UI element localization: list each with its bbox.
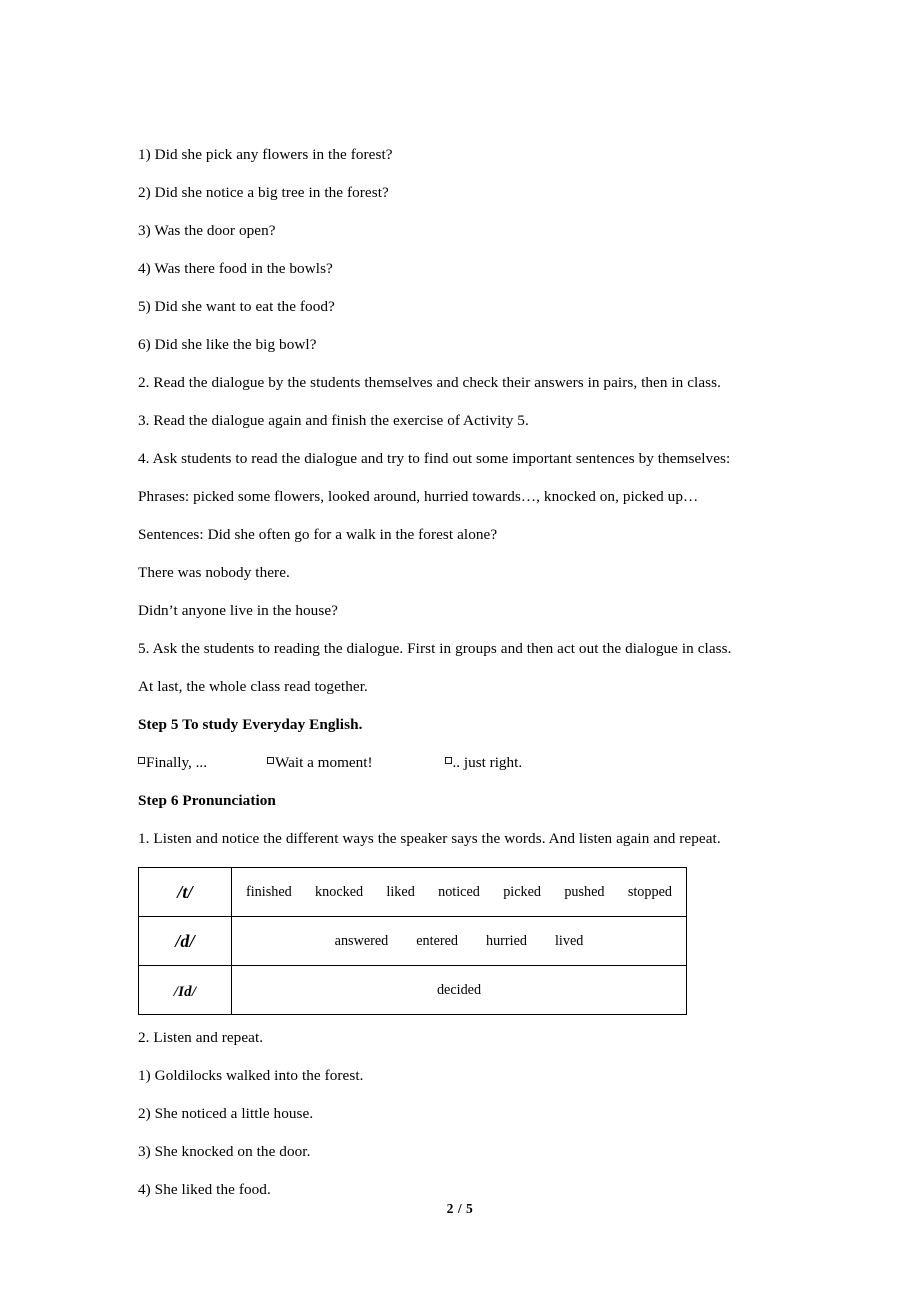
word: entered (416, 932, 458, 949)
word: stopped (627, 883, 672, 900)
missing-glyph-box-icon (444, 756, 452, 764)
sentence-example: Didn’t anyone live in the house? (138, 602, 338, 620)
word-cell: decided (231, 965, 687, 1016)
question-item: 2) Did she notice a big tree in the fore… (138, 184, 389, 202)
table-row: /Id/ decided (138, 965, 687, 1016)
repeat-sentence: 2) She noticed a little house. (138, 1105, 314, 1123)
instruction-item: 4. Ask students to read the dialogue and… (138, 450, 731, 468)
word-cell: finished knocked liked noticed picked pu… (231, 867, 687, 918)
repeat-sentence: 1) Goldilocks walked into the forest. (138, 1067, 364, 1085)
question-item: 3) Was the door open? (138, 222, 276, 240)
page-number: 2 / 5 (446, 1201, 474, 1216)
word: noticed (438, 883, 480, 900)
word: pushed (564, 883, 605, 900)
phonetic-symbol: /Id/ (138, 965, 232, 1016)
word: picked (503, 883, 542, 900)
everyday-english-label: Wait a moment! (275, 754, 373, 772)
word: hurried (485, 932, 527, 949)
page-footer: 2 / 5 (0, 1201, 920, 1217)
pronunciation-table: /t/ finished knocked liked noticed picke… (138, 867, 687, 1016)
word: finished (246, 883, 292, 900)
page-content: 1) Did she pick any flowers in the fores… (138, 146, 810, 1219)
instruction-item: 5. Ask the students to reading the dialo… (138, 640, 732, 658)
repeat-note: 2. Listen and repeat. (138, 1029, 264, 1047)
word: answered (334, 932, 389, 949)
table-row: /t/ finished knocked liked noticed picke… (138, 867, 687, 918)
instruction-item: At last, the whole class read together. (138, 678, 368, 696)
listen-note: 1. Listen and notice the different ways … (138, 830, 721, 848)
everyday-english-item: Wait a moment! (267, 754, 373, 772)
everyday-english-item: .. just right. (444, 754, 523, 772)
word-cell: answered entered hurried lived (231, 916, 687, 967)
word: decided (436, 981, 482, 998)
sentences-line: Sentences: Did she often go for a walk i… (138, 526, 498, 544)
word: knocked (315, 883, 364, 900)
everyday-english-line: Finally, ... Wait a moment! .. just right. (138, 754, 810, 771)
word-list: answered entered hurried lived (246, 933, 672, 950)
everyday-english-item: Finally, ... (138, 754, 207, 771)
repeat-sentence: 4) She liked the food. (138, 1181, 271, 1199)
question-item: 5) Did she want to eat the food? (138, 298, 335, 316)
instruction-item: 3. Read the dialogue again and finish th… (138, 412, 529, 430)
word: lived (554, 932, 584, 949)
question-item: 1) Did she pick any flowers in the fores… (138, 146, 393, 163)
word-list: decided (246, 982, 672, 999)
phrases-line: Phrases: picked some flowers, looked aro… (138, 488, 699, 506)
word: liked (386, 883, 415, 900)
document-page: 1) Did she pick any flowers in the fores… (0, 0, 920, 1302)
question-item: 4) Was there food in the bowls? (138, 260, 333, 278)
phonetic-symbol: /t/ (138, 867, 232, 918)
instruction-item: 2. Read the dialogue by the students the… (138, 374, 722, 392)
step5-heading: Step 5 To study Everyday English. (138, 716, 363, 734)
table-row: /d/ answered entered hurried lived (138, 916, 687, 967)
missing-glyph-box-icon (138, 756, 145, 764)
word-list: finished knocked liked noticed picked pu… (246, 884, 672, 901)
missing-glyph-box-icon (267, 756, 275, 764)
sentence-example: There was nobody there. (138, 564, 290, 582)
step6-heading: Step 6 Pronunciation (138, 792, 276, 810)
phonetic-symbol: /d/ (138, 916, 232, 967)
repeat-sentence: 3) She knocked on the door. (138, 1143, 311, 1161)
question-item: 6) Did she like the big bowl? (138, 336, 317, 354)
everyday-english-label: Finally, ... (146, 754, 208, 772)
everyday-english-label: .. just right. (452, 754, 523, 772)
